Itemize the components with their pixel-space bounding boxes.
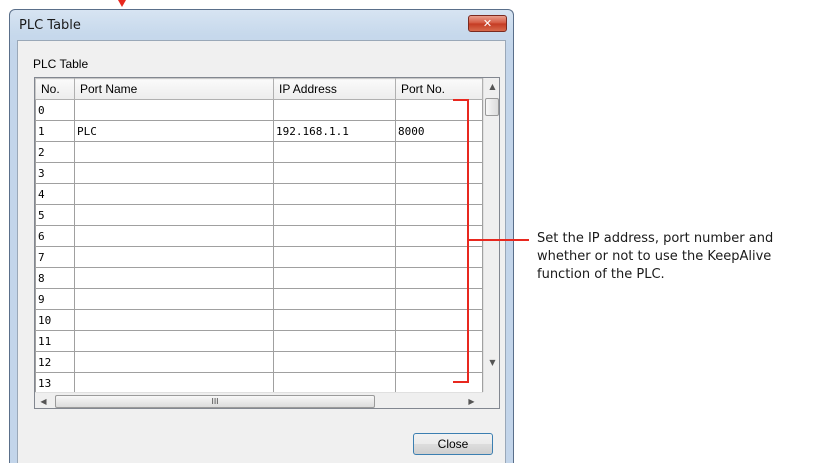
cell-ip-address[interactable] bbox=[273, 246, 396, 268]
cell-no[interactable]: 7 bbox=[35, 246, 75, 268]
table-row[interactable]: 3 bbox=[35, 162, 483, 184]
cell-port-no[interactable] bbox=[395, 246, 483, 268]
cell-port-name[interactable] bbox=[74, 141, 274, 163]
cell-port-name[interactable] bbox=[74, 246, 274, 268]
cell-ip-address[interactable]: 192.168.1.1 bbox=[273, 120, 396, 142]
window-title: PLC Table bbox=[19, 18, 81, 33]
table-row[interactable]: 10 bbox=[35, 309, 483, 331]
cell-port-name[interactable] bbox=[74, 330, 274, 352]
annotation-bracket bbox=[467, 99, 469, 383]
cell-port-name[interactable] bbox=[74, 309, 274, 331]
cell-no[interactable]: 4 bbox=[35, 183, 75, 205]
cell-port-name[interactable] bbox=[74, 288, 274, 310]
cell-no[interactable]: 8 bbox=[35, 267, 75, 289]
table-row[interactable]: 13 bbox=[35, 372, 483, 394]
group-label: PLC Table bbox=[33, 57, 89, 71]
cell-ip-address[interactable] bbox=[273, 225, 396, 247]
scroll-up-icon[interactable]: ▲ bbox=[484, 78, 499, 95]
cell-port-no[interactable] bbox=[395, 162, 483, 184]
cell-no[interactable]: 9 bbox=[35, 288, 75, 310]
column-header-no[interactable]: No. bbox=[35, 78, 75, 100]
scroll-down-icon[interactable]: ▼ bbox=[484, 354, 499, 371]
cell-port-name[interactable] bbox=[74, 372, 274, 394]
annotation-bracket-top bbox=[453, 99, 469, 101]
cell-port-no[interactable] bbox=[395, 288, 483, 310]
plc-table-dialog: PLC Table ✕ PLC Table No. Port Name IP A… bbox=[9, 9, 514, 463]
vertical-scroll-thumb[interactable] bbox=[485, 98, 499, 116]
cell-port-no[interactable] bbox=[395, 183, 483, 205]
cell-ip-address[interactable] bbox=[273, 288, 396, 310]
cell-port-name[interactable] bbox=[74, 351, 274, 373]
cell-ip-address[interactable] bbox=[273, 372, 396, 394]
cell-port-no[interactable] bbox=[395, 225, 483, 247]
cell-no[interactable]: 11 bbox=[35, 330, 75, 352]
horizontal-scroll-thumb[interactable]: III bbox=[55, 395, 375, 408]
table-row[interactable]: 6 bbox=[35, 225, 483, 247]
cell-port-no[interactable] bbox=[395, 309, 483, 331]
table-row[interactable]: 7 bbox=[35, 246, 483, 268]
cell-ip-address[interactable] bbox=[273, 141, 396, 163]
column-header-port-no[interactable]: Port No. bbox=[395, 78, 483, 100]
scrollbar-corner bbox=[483, 392, 499, 408]
annotation-leader-line bbox=[469, 239, 529, 241]
close-window-icon[interactable]: ✕ bbox=[468, 15, 507, 32]
vertical-scrollbar[interactable]: ▲ ▼ bbox=[483, 78, 499, 392]
cell-port-no[interactable] bbox=[395, 204, 483, 226]
cell-no[interactable]: 10 bbox=[35, 309, 75, 331]
horizontal-scrollbar[interactable]: ◀ III ▶ bbox=[35, 392, 483, 408]
cell-ip-address[interactable] bbox=[273, 351, 396, 373]
cell-port-name[interactable] bbox=[74, 204, 274, 226]
cell-port-name[interactable]: PLC bbox=[74, 120, 274, 142]
cell-port-name[interactable] bbox=[74, 183, 274, 205]
grid-body: 0 1 PLC 192.168.1.1 8000 2 3 4 5 6 7 8 9 10 11 12 13 bbox=[35, 99, 483, 394]
cell-port-no[interactable] bbox=[395, 372, 483, 394]
cell-no[interactable]: 0 bbox=[35, 99, 75, 121]
table-row[interactable]: 9 bbox=[35, 288, 483, 310]
cell-port-name[interactable] bbox=[74, 225, 274, 247]
scroll-left-icon[interactable]: ◀ bbox=[35, 393, 52, 408]
pointer-arrow bbox=[118, 0, 126, 7]
table-row[interactable]: 1 PLC 192.168.1.1 8000 bbox=[35, 120, 483, 142]
plc-table: No. Port Name IP Address Port No. 0 1 PLC 1… bbox=[35, 78, 483, 394]
scroll-right-icon[interactable]: ▶ bbox=[463, 393, 480, 408]
annotation-text: Set the IP address, port number and whet… bbox=[537, 231, 774, 282]
annotation-bracket-bottom bbox=[453, 381, 469, 383]
table-row[interactable]: 12 bbox=[35, 351, 483, 373]
header-row: No. Port Name IP Address Port No. bbox=[35, 78, 483, 100]
cell-port-name[interactable] bbox=[74, 99, 274, 121]
cell-port-name[interactable] bbox=[74, 267, 274, 289]
cell-no[interactable]: 1 bbox=[35, 120, 75, 142]
cell-port-no[interactable] bbox=[395, 267, 483, 289]
dialog-body: PLC Table No. Port Name IP Address Port … bbox=[17, 40, 506, 463]
cell-ip-address[interactable] bbox=[273, 267, 396, 289]
cell-no[interactable]: 3 bbox=[35, 162, 75, 184]
cell-no[interactable]: 6 bbox=[35, 225, 75, 247]
cell-no[interactable]: 5 bbox=[35, 204, 75, 226]
table-row[interactable]: 2 bbox=[35, 141, 483, 163]
cell-ip-address[interactable] bbox=[273, 162, 396, 184]
cell-ip-address[interactable] bbox=[273, 330, 396, 352]
table-row[interactable]: 11 bbox=[35, 330, 483, 352]
table-row[interactable]: 0 bbox=[35, 99, 483, 121]
table-row[interactable]: 4 bbox=[35, 183, 483, 205]
cell-port-no[interactable]: 8000 bbox=[395, 120, 483, 142]
cell-ip-address[interactable] bbox=[273, 204, 396, 226]
table-row[interactable]: 8 bbox=[35, 267, 483, 289]
cell-port-no[interactable] bbox=[395, 351, 483, 373]
cell-no[interactable]: 13 bbox=[35, 372, 75, 394]
column-header-port-name[interactable]: Port Name bbox=[74, 78, 274, 100]
cell-port-no[interactable] bbox=[395, 330, 483, 352]
column-header-ip-address[interactable]: IP Address bbox=[273, 78, 396, 100]
cell-port-name[interactable] bbox=[74, 162, 274, 184]
cell-port-no[interactable] bbox=[395, 141, 483, 163]
table-row[interactable]: 5 bbox=[35, 204, 483, 226]
cell-no[interactable]: 2 bbox=[35, 141, 75, 163]
cell-port-no[interactable] bbox=[395, 99, 483, 121]
cell-no[interactable]: 12 bbox=[35, 351, 75, 373]
close-button[interactable]: Close bbox=[413, 433, 493, 455]
plc-grid: No. Port Name IP Address Port No. 0 1 PLC 1… bbox=[34, 77, 500, 409]
cell-ip-address[interactable] bbox=[273, 99, 396, 121]
cell-ip-address[interactable] bbox=[273, 183, 396, 205]
cell-ip-address[interactable] bbox=[273, 309, 396, 331]
